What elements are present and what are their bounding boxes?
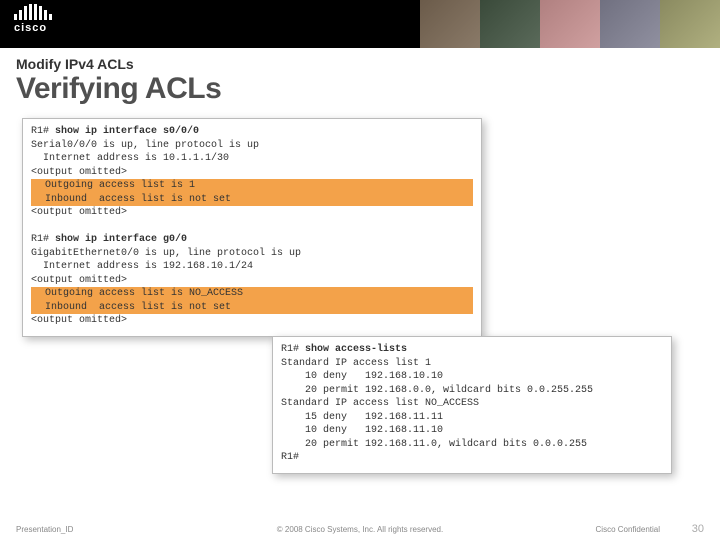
cli-line: Internet address is 10.1.1.1/30 bbox=[31, 152, 473, 166]
cli-line: 15 deny 192.168.11.11 bbox=[281, 411, 663, 425]
confidential-label: Cisco Confidential bbox=[596, 525, 660, 534]
cli-line: Serial0/0/0 is up, line protocol is up bbox=[31, 139, 473, 153]
cli-command: show ip interface g0/0 bbox=[55, 234, 187, 245]
copyright: © 2008 Cisco Systems, Inc. All rights re… bbox=[277, 525, 443, 534]
slide: cisco Modify IPv4 ACLs Verifying ACLs R1… bbox=[0, 0, 720, 540]
cli-line: R1# show access-lists bbox=[281, 343, 663, 357]
cisco-logo-text: cisco bbox=[14, 22, 52, 34]
cli-line-highlight: Inbound access list is not set bbox=[31, 301, 473, 315]
cli-line: 10 deny 192.168.11.10 bbox=[281, 424, 663, 438]
terminal-output-1: R1# show ip interface s0/0/0 Serial0/0/0… bbox=[22, 118, 482, 337]
cli-line: Standard IP access list NO_ACCESS bbox=[281, 397, 663, 411]
cli-line: Standard IP access list 1 bbox=[281, 357, 663, 371]
cli-line: <output omitted> bbox=[31, 206, 473, 220]
top-bar: cisco bbox=[0, 0, 720, 48]
cli-line: <output omitted> bbox=[31, 274, 473, 288]
cli-line-highlight: Inbound access list is not set bbox=[31, 193, 473, 207]
presentation-id: Presentation_ID bbox=[16, 525, 73, 534]
cli-line: Internet address is 192.168.10.1/24 bbox=[31, 260, 473, 274]
page-number: 30 bbox=[692, 523, 704, 535]
slide-title: Verifying ACLs bbox=[16, 72, 221, 106]
cli-line: 20 permit 192.168.11.0, wildcard bits 0.… bbox=[281, 438, 663, 452]
cli-line: <output omitted> bbox=[31, 166, 473, 180]
cli-command: show ip interface s0/0/0 bbox=[55, 126, 199, 137]
cli-prompt: R1# bbox=[281, 344, 305, 355]
cli-line: 10 deny 192.168.10.10 bbox=[281, 370, 663, 384]
cli-line: R1# show ip interface g0/0 bbox=[31, 233, 473, 247]
footer: Presentation_ID © 2008 Cisco Systems, In… bbox=[0, 518, 720, 540]
slide-subtitle: Modify IPv4 ACLs bbox=[16, 56, 134, 72]
cisco-logo-bars bbox=[14, 4, 52, 20]
cli-line: 20 permit 192.168.0.0, wildcard bits 0.0… bbox=[281, 384, 663, 398]
cli-line-highlight: Outgoing access list is 1 bbox=[31, 179, 473, 193]
terminal-output-2: R1# show access-lists Standard IP access… bbox=[272, 336, 672, 474]
cli-line: GigabitEthernet0/0 is up, line protocol … bbox=[31, 247, 473, 261]
cli-line bbox=[31, 220, 473, 234]
cli-line: R1# show ip interface s0/0/0 bbox=[31, 125, 473, 139]
cisco-logo: cisco bbox=[14, 4, 52, 34]
header-image-strip bbox=[420, 0, 720, 48]
cli-prompt: R1# bbox=[31, 126, 55, 137]
cli-command: show access-lists bbox=[305, 344, 407, 355]
cli-prompt: R1# bbox=[31, 234, 55, 245]
cli-line-highlight: Outgoing access list is NO_ACCESS bbox=[31, 287, 473, 301]
cli-line: R1# bbox=[281, 451, 663, 465]
cli-line: <output omitted> bbox=[31, 314, 473, 328]
